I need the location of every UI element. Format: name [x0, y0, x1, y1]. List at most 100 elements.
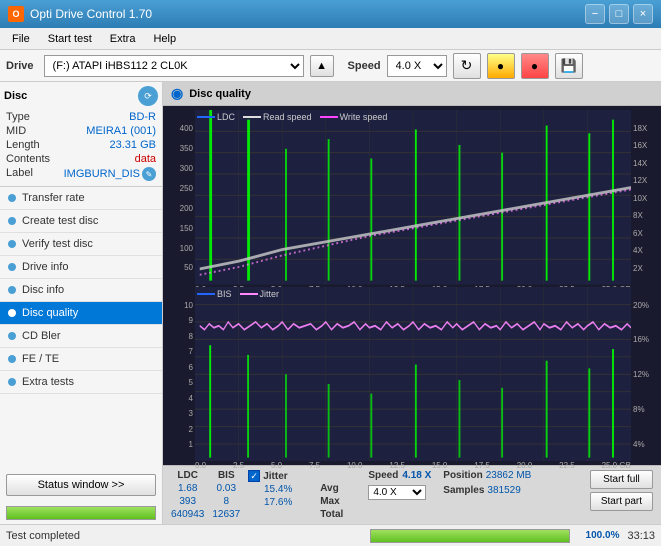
- disc-type-row: Type BD-R: [4, 110, 158, 124]
- samples-row: Samples 381529: [443, 485, 531, 496]
- bottom-status-bar: Test completed 100.0% 33:13: [0, 524, 661, 546]
- bis-avg-value: 0.03: [212, 483, 240, 494]
- sidebar-item-label: CD Bler: [22, 330, 61, 342]
- nav-dot-icon: [8, 263, 16, 271]
- disc-write-button[interactable]: ●: [521, 53, 549, 79]
- disc-length-row: Length 23.31 GB: [4, 138, 158, 152]
- drive-select[interactable]: (F:) ATAPI iHBS112 2 CL0K: [44, 55, 304, 77]
- ldc-legend-label: LDC: [217, 112, 235, 122]
- sidebar-item-fe-te[interactable]: FE / TE: [0, 348, 162, 371]
- start-full-button[interactable]: Start full: [590, 470, 653, 489]
- stats-bar: LDC 1.68 393 640943 BIS 0.03 8 12637 ✓ J…: [163, 465, 661, 524]
- jitter-header: Jitter: [263, 471, 287, 482]
- chart1-legend: LDC Read speed Write speed: [197, 112, 387, 122]
- disc-length-value: 23.31 GB: [110, 139, 156, 151]
- ldc-max-value: 393: [171, 496, 204, 507]
- chart2-y-left: 10 9 8 7 6 5 4 3 2 1: [167, 287, 195, 462]
- menu-extra[interactable]: Extra: [102, 31, 144, 47]
- disc-contents-row: Contents data: [4, 152, 158, 166]
- ldc-legend-color: [197, 116, 215, 118]
- jitter-stats: ✓ Jitter 15.4% 17.6%: [248, 470, 308, 510]
- disc-quality-title: Disc quality: [189, 88, 251, 100]
- sidebar-item-verify-test-disc[interactable]: Verify test disc: [0, 233, 162, 256]
- disc-type-label: Type: [6, 111, 30, 123]
- sidebar-item-cd-bler[interactable]: CD Bler: [0, 325, 162, 348]
- sidebar-item-create-test-disc[interactable]: Create test disc: [0, 210, 162, 233]
- position-label: Position: [443, 470, 482, 481]
- position-row: Position 23862 MB: [443, 470, 531, 481]
- jitter-header-row: ✓ Jitter: [248, 470, 308, 482]
- bis-max-value: 8: [212, 496, 240, 507]
- sidebar-item-label: Create test disc: [22, 215, 98, 227]
- jitter-legend-color: [240, 293, 258, 295]
- write-legend-label: Write speed: [340, 112, 388, 122]
- sidebar-item-label: FE / TE: [22, 353, 59, 365]
- menu-help[interactable]: Help: [145, 31, 184, 47]
- avg-label: Avg: [320, 483, 343, 494]
- sidebar-item-extra-tests[interactable]: Extra tests: [0, 371, 162, 394]
- nav-dot-icon: [8, 332, 16, 340]
- disc-contents-label: Contents: [6, 153, 50, 165]
- position-value: 23862 MB: [486, 470, 532, 481]
- bis-legend-color: [197, 293, 215, 295]
- speed-select[interactable]: 4.0 X: [387, 55, 447, 77]
- status-window-button[interactable]: Status window >>: [6, 474, 156, 496]
- title-bar: O Opti Drive Control 1.70 − □ ×: [0, 0, 661, 28]
- disc-mid-row: MID MEIRA1 (001): [4, 124, 158, 138]
- write-legend-color: [320, 116, 338, 118]
- disc-refresh-icon[interactable]: ⟳: [138, 86, 158, 106]
- menu-start-test[interactable]: Start test: [40, 31, 100, 47]
- speed-select[interactable]: 4.0 X: [368, 485, 426, 500]
- sidebar-item-disc-info[interactable]: Disc info: [0, 279, 162, 302]
- speed-stats: Speed 4.18 X 4.0 X: [368, 470, 431, 500]
- disc-mid-label: MID: [6, 125, 26, 137]
- disc-label-label: Label: [6, 167, 33, 181]
- disc-read-button[interactable]: ●: [487, 53, 515, 79]
- nav-dot-icon: [8, 217, 16, 225]
- main-area: Disc ⟳ Type BD-R MID MEIRA1 (001) Length…: [0, 82, 661, 524]
- jitter-checkbox[interactable]: ✓: [248, 470, 260, 482]
- chart2-container: 10 9 8 7 6 5 4 3 2 1: [167, 287, 657, 462]
- legend-bis: BIS: [197, 289, 232, 299]
- disc-title: Disc: [4, 90, 27, 102]
- disc-quality-icon: ◉: [171, 85, 183, 102]
- read-legend-color: [243, 116, 261, 118]
- total-label: Total: [320, 509, 343, 520]
- menu-file[interactable]: File: [4, 31, 38, 47]
- minimize-button[interactable]: −: [585, 4, 605, 24]
- disc-panel: Disc ⟳ Type BD-R MID MEIRA1 (001) Length…: [0, 82, 162, 187]
- speed-label: Speed: [348, 60, 381, 72]
- sidebar-item-disc-quality[interactable]: Disc quality: [0, 302, 162, 325]
- read-legend-label: Read speed: [263, 112, 312, 122]
- nav-dot-icon: [8, 240, 16, 248]
- sidebar: Disc ⟳ Type BD-R MID MEIRA1 (001) Length…: [0, 82, 163, 524]
- status-text: Test completed: [6, 530, 362, 542]
- charts-area: 400 350 300 250 200 150 100 50 LDC: [163, 106, 661, 465]
- sidebar-item-drive-info[interactable]: Drive info: [0, 256, 162, 279]
- window-controls: − □ ×: [585, 4, 653, 24]
- sidebar-item-transfer-rate[interactable]: Transfer rate: [0, 187, 162, 210]
- speed-value: 4.18 X: [402, 470, 431, 481]
- legend-write: Write speed: [320, 112, 388, 122]
- legend-ldc: LDC: [197, 112, 235, 122]
- row-labels: _ Avg Max Total: [320, 470, 343, 520]
- refresh-button[interactable]: ↻: [453, 53, 481, 79]
- app-icon: O: [8, 6, 24, 22]
- disc-type-value: BD-R: [129, 111, 156, 123]
- chart2-y-right: 20% 16% 12% 8% 4%: [631, 287, 657, 462]
- chart2-svg: [195, 287, 631, 462]
- bis-total-value: 12637: [212, 509, 240, 520]
- disc-header: Disc ⟳: [4, 86, 158, 106]
- nav-dot-icon: [8, 194, 16, 202]
- sidebar-item-label: Verify test disc: [22, 238, 93, 250]
- save-button[interactable]: 💾: [555, 53, 583, 79]
- eject-button[interactable]: ▲: [310, 55, 334, 77]
- ldc-header: LDC: [171, 470, 204, 481]
- disc-label-value: IMGBURN_DIS ✎: [64, 167, 156, 181]
- chart2-x-labels: 0.0 2.5 5.0 7.5 10.0 12.5 15.0 17.5 20.0…: [195, 461, 631, 470]
- start-part-button[interactable]: Start part: [590, 492, 653, 511]
- label-edit-icon[interactable]: ✎: [142, 167, 156, 181]
- close-button[interactable]: ×: [633, 4, 653, 24]
- maximize-button[interactable]: □: [609, 4, 629, 24]
- samples-label: Samples: [443, 485, 484, 496]
